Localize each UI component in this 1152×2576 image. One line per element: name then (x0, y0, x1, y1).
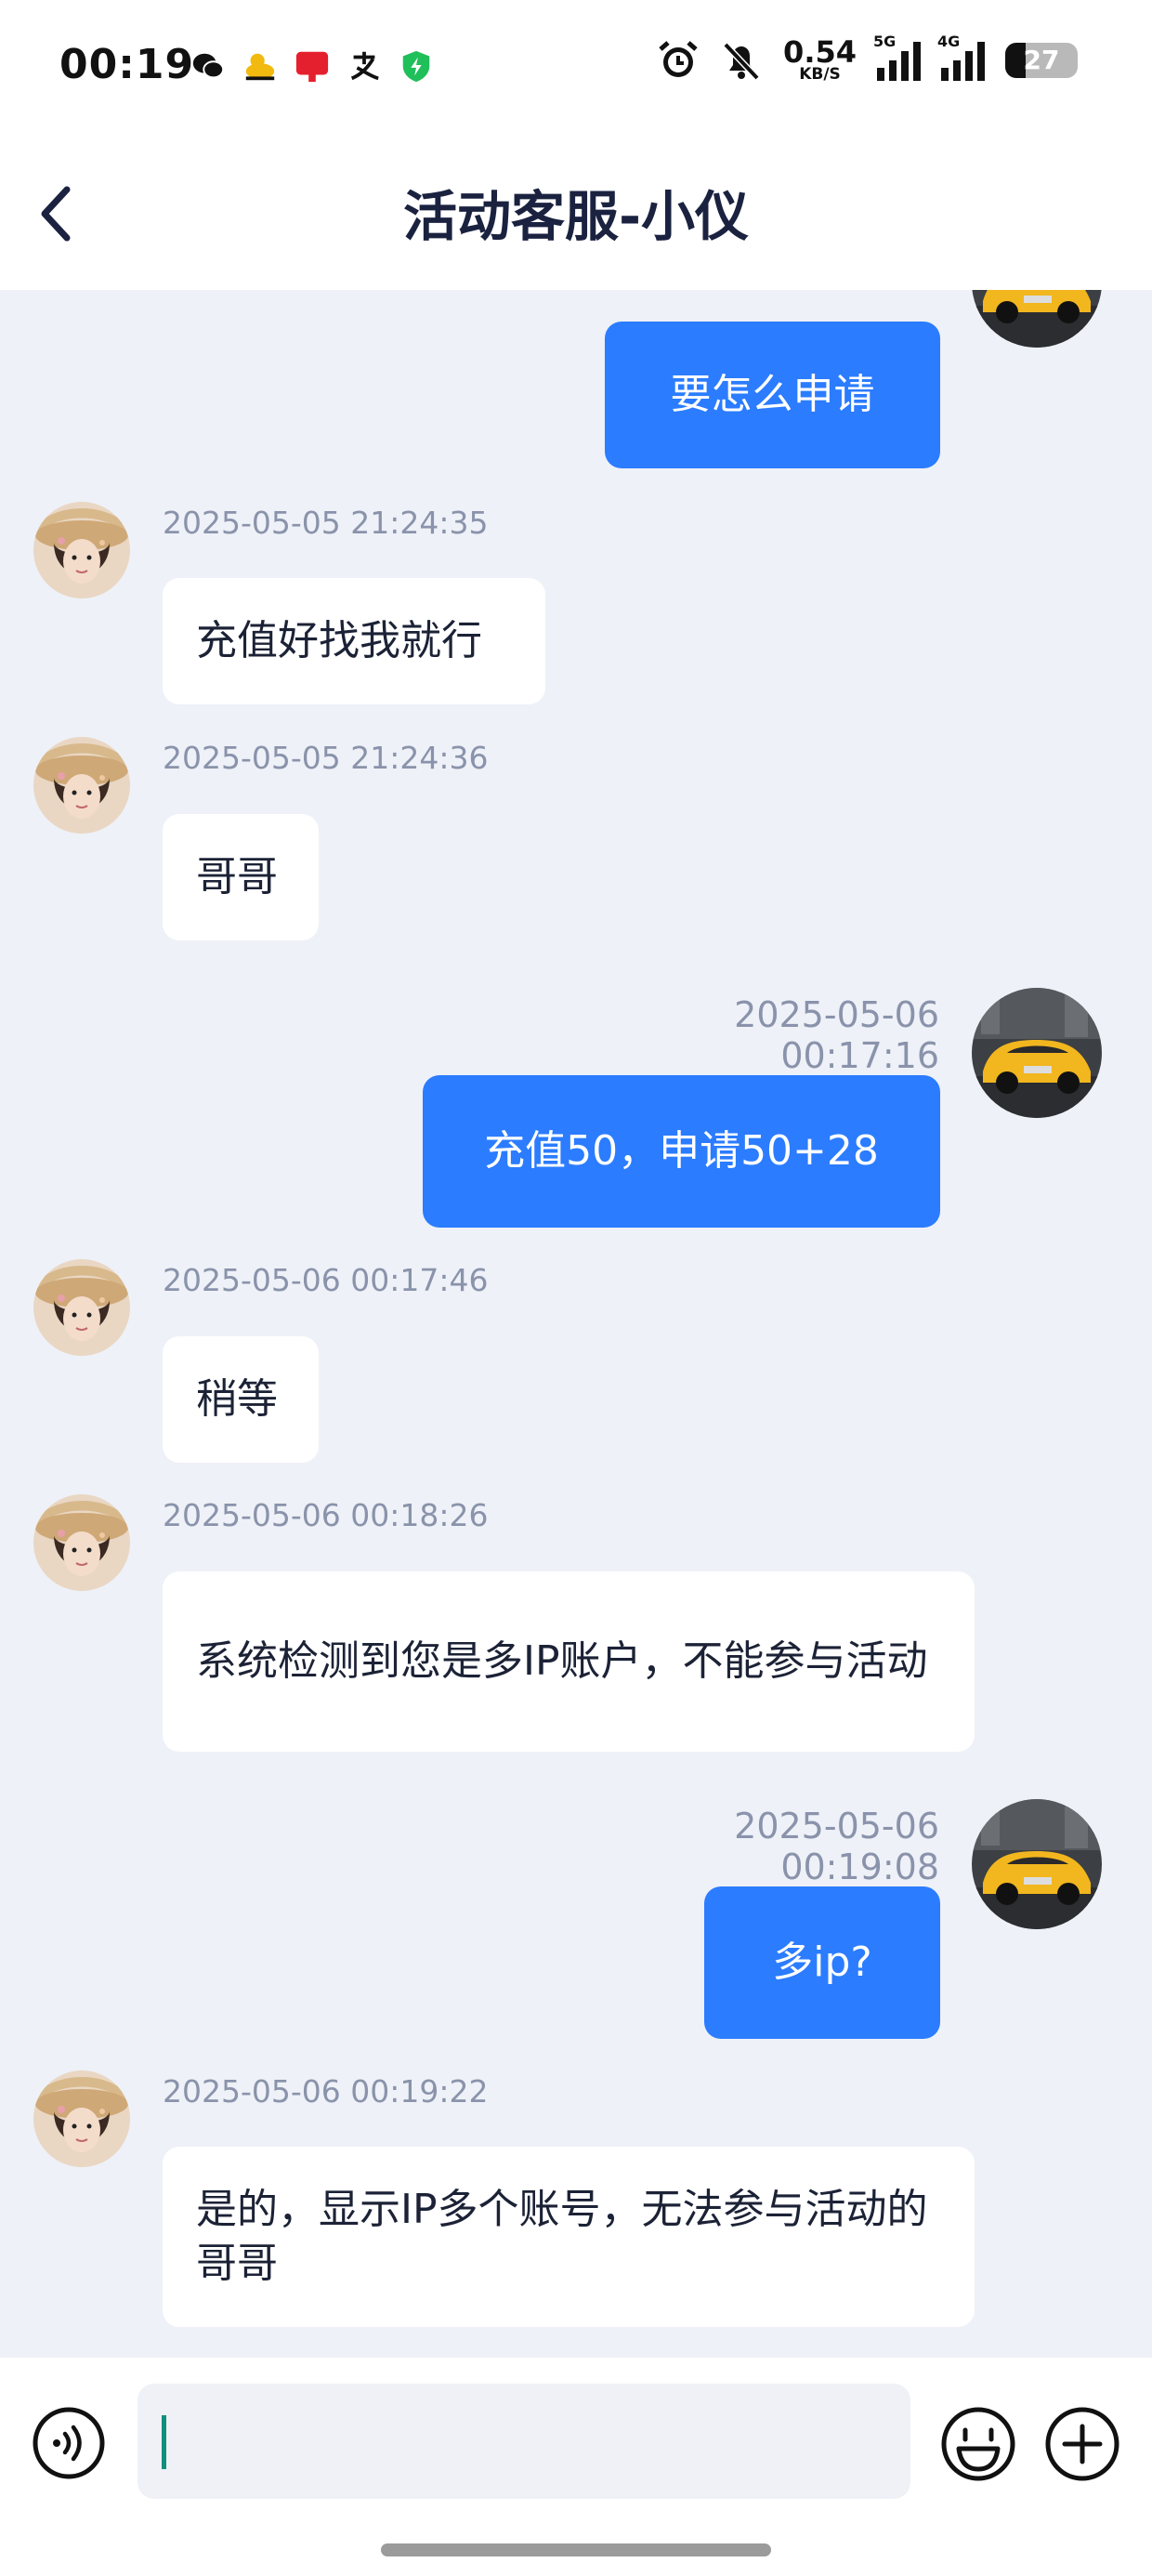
muted-bell-icon (723, 42, 760, 80)
system-status-icons: 0.54 KB/S 5G 4G 27 (657, 33, 1078, 83)
chat-message-list[interactable]: 要怎么申请 2025-05-05 21:24:35 充值好找我就行 2025-0… (0, 290, 1152, 2358)
status-time: 00:19 (59, 41, 195, 88)
agent-avatar[interactable] (33, 1494, 130, 1591)
home-indicator[interactable] (381, 2543, 771, 2556)
agent-avatar[interactable] (33, 1259, 130, 1356)
page-title: 活动客服-小仪 (402, 185, 750, 248)
user-avatar[interactable] (972, 1799, 1102, 1929)
signal-5g-icon: 5G (873, 33, 921, 81)
message-bubble-left[interactable]: 充值好找我就行 (163, 578, 545, 704)
chat-header: 活动客服-小仪 (0, 139, 1152, 290)
security-shield-icon (402, 50, 430, 83)
voice-input-icon[interactable] (32, 2406, 106, 2480)
signal-4g-icon: 4G (937, 33, 985, 81)
agent-avatar[interactable] (33, 2070, 130, 2167)
network-speed-unit: KB/S (799, 65, 841, 84)
message-timestamp: 2025-05-05 21:24:35 (163, 505, 489, 541)
alarm-icon (659, 40, 698, 77)
network-speed: 0.54 KB/S (783, 37, 857, 83)
text-cursor (162, 2415, 166, 2469)
message-bubble-left[interactable]: 稍等 (163, 1336, 319, 1463)
message-timestamp: 2025-05-06 00:17:16 (734, 994, 939, 1076)
user-avatar[interactable] (972, 988, 1102, 1118)
message-input[interactable] (137, 2384, 910, 2499)
battery-icon: 27 (1005, 42, 1078, 78)
agent-avatar[interactable] (33, 737, 130, 834)
plus-icon[interactable] (1044, 2406, 1120, 2482)
red-pay-app-icon (295, 51, 329, 83)
user-avatar[interactable] (972, 290, 1102, 348)
message-timestamp: 2025-05-06 00:19:08 (734, 1806, 939, 1887)
alipay-icon (350, 51, 379, 81)
notification-icons (190, 48, 434, 84)
chat-input-bar (0, 2358, 1152, 2576)
status-bar: 00:19 0.54 KB/S 5G 4G 27 (0, 0, 1152, 139)
message-bubble-left[interactable]: 是的，显示IP多个账号，无法参与活动的哥哥 (163, 2147, 975, 2327)
message-timestamp: 2025-05-06 00:18:26 (163, 1497, 489, 1533)
message-bubble-right[interactable]: 要怎么申请 (605, 322, 940, 468)
message-timestamp: 2025-05-06 00:17:46 (163, 1262, 489, 1298)
message-bubble-left[interactable]: 哥哥 (163, 814, 319, 940)
signal-4g-label: 4G (937, 32, 961, 50)
duck-app-icon (245, 53, 275, 81)
message-timestamp: 2025-05-05 21:24:36 (163, 740, 489, 776)
message-bubble-left[interactable]: 系统检测到您是多IP账户，不能参与活动 (163, 1571, 975, 1752)
emoji-icon[interactable] (940, 2406, 1016, 2482)
message-timestamp: 2025-05-06 00:19:22 (163, 2073, 489, 2109)
network-speed-value: 0.54 (783, 34, 857, 70)
battery-level: 27 (1023, 45, 1060, 75)
agent-avatar[interactable] (33, 502, 130, 598)
message-bubble-right[interactable]: 多ip? (704, 1886, 940, 2039)
signal-5g-label: 5G (873, 32, 897, 50)
wechat-icon (192, 53, 225, 79)
message-bubble-right[interactable]: 充值50，申请50+28 (423, 1075, 940, 1228)
